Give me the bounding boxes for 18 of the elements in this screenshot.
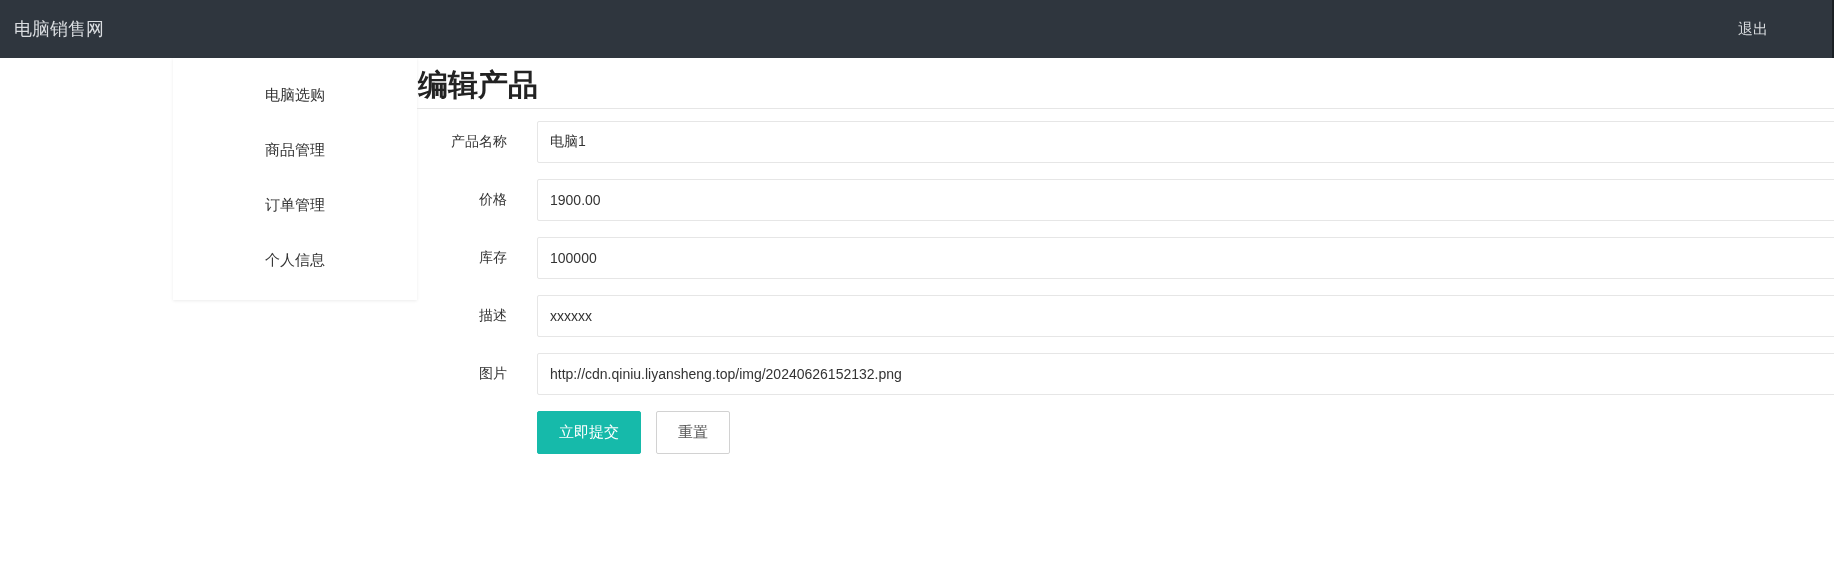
field-label: 产品名称: [450, 133, 508, 151]
field-label: 价格: [478, 191, 508, 209]
reset-button[interactable]: 重置: [656, 411, 730, 454]
sidebar-item[interactable]: 电脑选购: [173, 68, 417, 123]
field-label: 库存: [478, 249, 508, 267]
sidebar-item[interactable]: 商品管理: [173, 123, 417, 178]
field-label: 图片: [478, 365, 508, 383]
page-title: 编辑产品: [418, 67, 539, 103]
input-field[interactable]: 电脑1: [537, 121, 1834, 163]
input-field[interactable]: xxxxxx: [537, 295, 1834, 337]
field-label: 描述: [478, 307, 508, 325]
input-field[interactable]: http://cdn.qiniu.liyansheng.top/img/20240626152132.png: [537, 353, 1834, 395]
logout-link[interactable]: 退出: [1738, 19, 1768, 39]
sidebar-item[interactable]: 个人信息: [173, 233, 417, 288]
input-field[interactable]: 100000: [537, 237, 1834, 279]
site-brand: 电脑销售网: [14, 18, 104, 41]
sidebar-item[interactable]: 订单管理: [173, 178, 417, 233]
input-field[interactable]: 1900.00: [537, 179, 1834, 221]
